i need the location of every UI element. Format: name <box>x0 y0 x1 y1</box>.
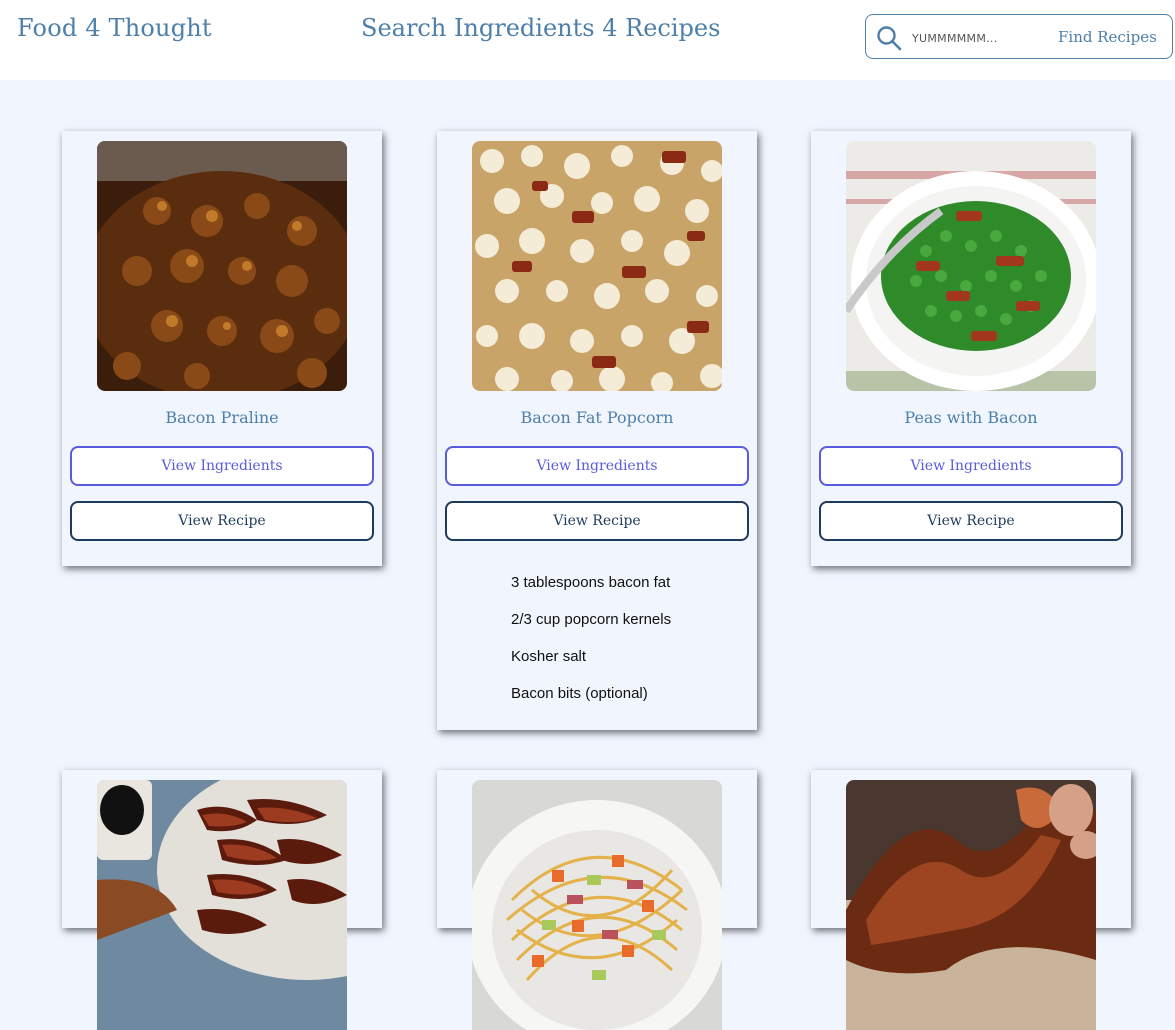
recipe-title: Peas with Bacon <box>904 408 1038 427</box>
ingredient-item: 2/3 cup popcorn kernels <box>511 611 672 628</box>
recipe-card-peas-with-bacon: Peas with Bacon View Ingredients View Re… <box>811 131 1131 566</box>
site-logo-title[interactable]: Food 4 Thought <box>17 14 212 42</box>
recipe-card-6 <box>811 770 1131 1030</box>
recipe-card-4 <box>62 770 382 1030</box>
search-bar: Find Recipes <box>865 14 1173 59</box>
recipe-image <box>846 780 1096 1030</box>
recipe-image <box>472 780 722 1030</box>
recipe-title: Bacon Fat Popcorn <box>520 408 674 427</box>
ingredient-item: 3 tablespoons bacon fat <box>511 574 671 591</box>
recipe-image <box>97 780 347 1030</box>
recipe-image-peas-with-bacon <box>846 141 1096 391</box>
view-ingredients-button[interactable]: View Ingredients <box>819 446 1123 486</box>
ingredient-list: 3 tablespoons bacon fat 2/3 cup popcorn … <box>511 571 671 719</box>
search-input[interactable] <box>910 25 1054 51</box>
view-recipe-button[interactable]: View Recipe <box>70 501 374 541</box>
view-ingredients-button[interactable]: View Ingredients <box>70 446 374 486</box>
recipe-title: Bacon Praline <box>165 408 279 427</box>
view-recipe-button[interactable]: View Recipe <box>819 501 1123 541</box>
view-recipe-button[interactable]: View Recipe <box>445 501 749 541</box>
recipe-card-bacon-fat-popcorn: Bacon Fat Popcorn View Ingredients View … <box>437 131 757 730</box>
ingredient-item: Bacon bits (optional) <box>511 685 648 702</box>
find-recipes-button[interactable]: Find Recipes <box>1058 25 1157 49</box>
top-bar: Food 4 Thought Search Ingredients 4 Reci… <box>0 0 1175 80</box>
search-icon <box>877 26 902 51</box>
recipe-image-bacon-fat-popcorn <box>472 141 722 391</box>
ingredient-item: Kosher salt <box>511 648 587 665</box>
page-headline: Search Ingredients 4 Recipes <box>361 14 721 42</box>
recipe-card-bacon-praline: Bacon Praline View Ingredients View Reci… <box>62 131 382 566</box>
view-ingredients-button[interactable]: View Ingredients <box>445 446 749 486</box>
recipe-card-5 <box>437 770 757 1030</box>
recipe-image-bacon-praline <box>97 141 347 391</box>
